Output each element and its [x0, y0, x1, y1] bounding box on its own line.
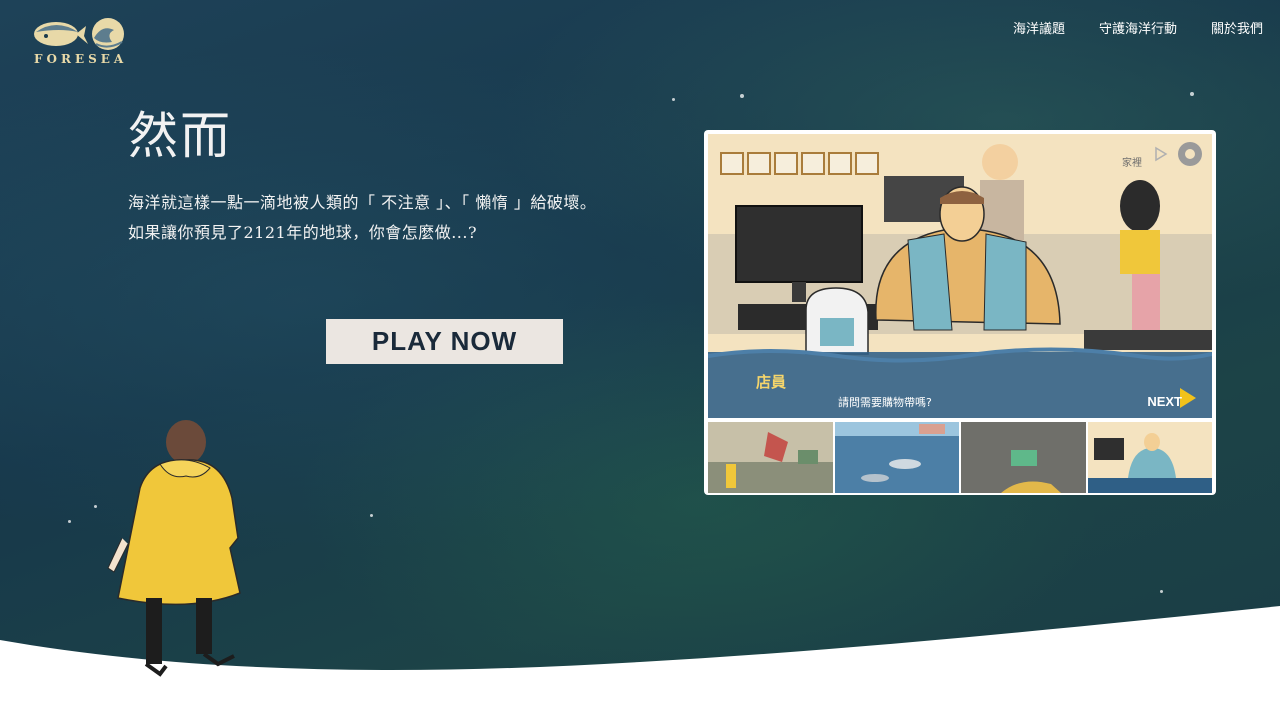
- inventory-bar: [720, 152, 879, 175]
- main-nav: 海洋議題 守護海洋行動 關於我們: [1013, 18, 1263, 37]
- nav-about-us[interactable]: 關於我們: [1211, 18, 1263, 37]
- inventory-slot[interactable]: [801, 152, 825, 175]
- inventory-slot[interactable]: [828, 152, 852, 175]
- scene-label: 家裡: [1122, 158, 1142, 169]
- nav-ocean-issues[interactable]: 海洋議題: [1013, 18, 1065, 37]
- thumbnail-4[interactable]: [1087, 422, 1212, 493]
- inventory-slot[interactable]: [720, 152, 744, 175]
- thumbnail-2[interactable]: [834, 422, 959, 493]
- hero-title: 然而: [128, 107, 232, 165]
- dialog-speaker: 店員: [756, 373, 787, 391]
- hero-line-1: 海洋就這樣一點一滴地被人類的「 不注意 」、「 懶惰 」給破壞。: [128, 193, 597, 212]
- thumbnail-1[interactable]: [708, 422, 833, 493]
- dialog-text: 請問需要購物帶嗎?: [838, 396, 932, 409]
- nav-protect-ocean[interactable]: 守護海洋行動: [1099, 18, 1177, 37]
- game-main-screen[interactable]: 家裡 店員 請問需要購物帶嗎? NEXT: [708, 134, 1212, 418]
- thumbnail-strip: [708, 422, 1212, 493]
- hero-line-2: 如果讓你預見了2121年的地球，你會怎麼做...?: [128, 223, 478, 242]
- game-preview-panel: 家裡 店員 請問需要購物帶嗎? NEXT: [704, 130, 1216, 495]
- next-button[interactable]: NEXT: [1147, 394, 1182, 409]
- play-now-button[interactable]: PLAY NOW: [326, 319, 563, 364]
- thumbnail-3[interactable]: [961, 422, 1086, 493]
- girl-illustration: [107, 420, 241, 677]
- inventory-slot[interactable]: [855, 152, 879, 175]
- logo-text: FORESEA: [34, 52, 128, 66]
- hero-description: 海洋就這樣一點一滴地被人類的「 不注意 」、「 懶惰 」給破壞。 如果讓你預見了…: [128, 188, 596, 248]
- inventory-slot[interactable]: [747, 152, 771, 175]
- inventory-slot[interactable]: [774, 152, 798, 175]
